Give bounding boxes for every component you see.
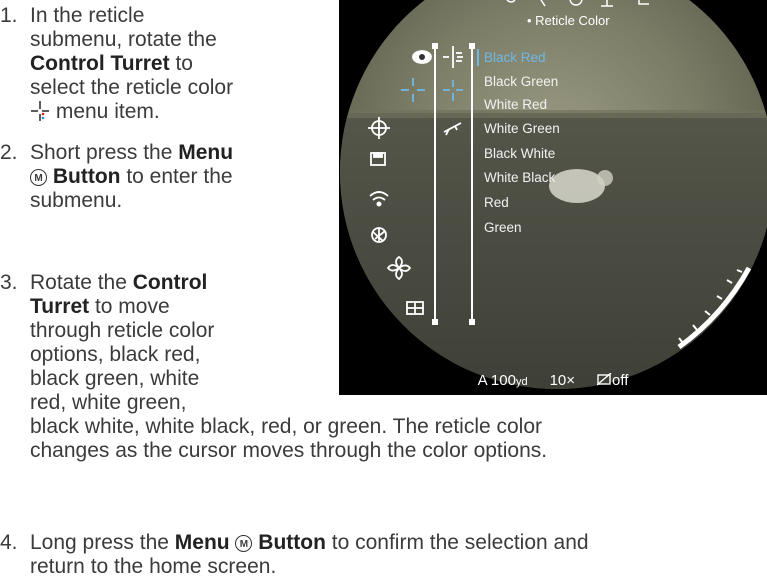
step-segment: submenu, rotate the [30, 28, 217, 51]
step-segment: to enter the [120, 165, 233, 188]
step-2: 2. Short press the Menu M Button to enter… [0, 141, 335, 216]
option-red[interactable]: Red [484, 195, 509, 210]
step-line: Short press the Menu [30, 141, 233, 165]
step-segment: return to the home screen. [30, 555, 277, 578]
step-number: 2. [0, 141, 18, 164]
bold-term: Menu [178, 141, 234, 164]
option-black-green[interactable]: Black Green [484, 74, 558, 89]
option-white-black[interactable]: White Black [484, 170, 556, 185]
sheep-image [549, 169, 605, 203]
step-line: M Button to enter the [30, 165, 233, 189]
step-line: select the reticle color [30, 76, 233, 100]
step-segment: submenu. [30, 189, 123, 212]
step-text: Long press the Menu M Button to confirm … [30, 531, 589, 579]
status-bar: A 100yd 10× off [339, 365, 767, 395]
option-white-red[interactable]: White Red [484, 97, 547, 112]
bold-term: Button [258, 531, 326, 554]
pip-status: off [596, 371, 628, 389]
step-segment: to [169, 52, 193, 75]
step-segment: Short press the [30, 141, 179, 164]
step-segment: In the reticle [30, 4, 145, 27]
option-white-green[interactable]: White Green [484, 121, 560, 136]
menu-m-icon: M [30, 165, 47, 188]
step-text: In the reticle submenu, rotate the Control… [30, 4, 233, 124]
step-segment: black white, white black, red, or green.… [30, 415, 543, 438]
step-segment: options, black red, [30, 343, 201, 366]
step-segment: menu item. [50, 100, 160, 123]
option-black-white[interactable]: Black White [484, 146, 555, 161]
pip-off-icon [596, 371, 612, 386]
menu-title: • Reticle Color [527, 13, 610, 28]
step-line: Control Turret to [30, 52, 233, 76]
step-number: 3. [0, 271, 18, 294]
bold-term: Control Turret [30, 52, 170, 75]
step-line: changes as the cursor moves through the … [30, 439, 547, 463]
eye-icon[interactable] [412, 50, 432, 64]
step-line: menu item. [30, 100, 233, 124]
step-segment: changes as the cursor moves through the … [30, 439, 548, 462]
step-line: In the reticle [30, 4, 233, 28]
step-text: Short press the Menu M Button to enter th… [30, 141, 233, 213]
step-number: 4. [0, 531, 18, 554]
step-segment: red, white green, [30, 391, 187, 414]
step-segment: Rotate the [30, 271, 133, 294]
bold-term: Control [132, 271, 208, 294]
option-black-red[interactable]: Black Red [484, 50, 546, 65]
distance-readout: A 100yd [477, 371, 528, 389]
step-segment: to move [89, 295, 170, 318]
step-segment: Long press the [30, 531, 175, 554]
step-segment: through reticle color [30, 319, 215, 342]
zoom-readout: 10× [549, 371, 576, 389]
option-green[interactable]: Green [484, 220, 522, 235]
step-line: submenu, rotate the [30, 28, 233, 52]
scope-view: • Reticle Color Black Red Black Green Wh… [340, 0, 767, 389]
step-segment: select the reticle color [30, 76, 234, 99]
step-segment: black green, white [30, 367, 200, 390]
step-line: black white, white black, red, or green.… [30, 415, 547, 439]
menu-m-icon: M [235, 531, 253, 554]
step-line: Long press the Menu M Button to confirm … [30, 531, 589, 555]
step-1: 1. In the reticle submenu, rotate the Cont… [0, 4, 335, 129]
bold-term: Turret [30, 295, 90, 318]
device-screen: • Reticle Color Black Red Black Green Wh… [339, 0, 767, 395]
bold-term: Menu [174, 531, 230, 554]
step-4: 4. Long press the Menu M Button to confi… [0, 531, 767, 583]
reticle-color-icon [30, 100, 50, 123]
step-line: submenu. [30, 189, 233, 213]
step-segment: to confirm the selection and [325, 531, 589, 554]
step-number: 1. [0, 4, 18, 27]
step-line: return to the home screen. [30, 555, 589, 579]
bold-term: Button [52, 165, 121, 188]
